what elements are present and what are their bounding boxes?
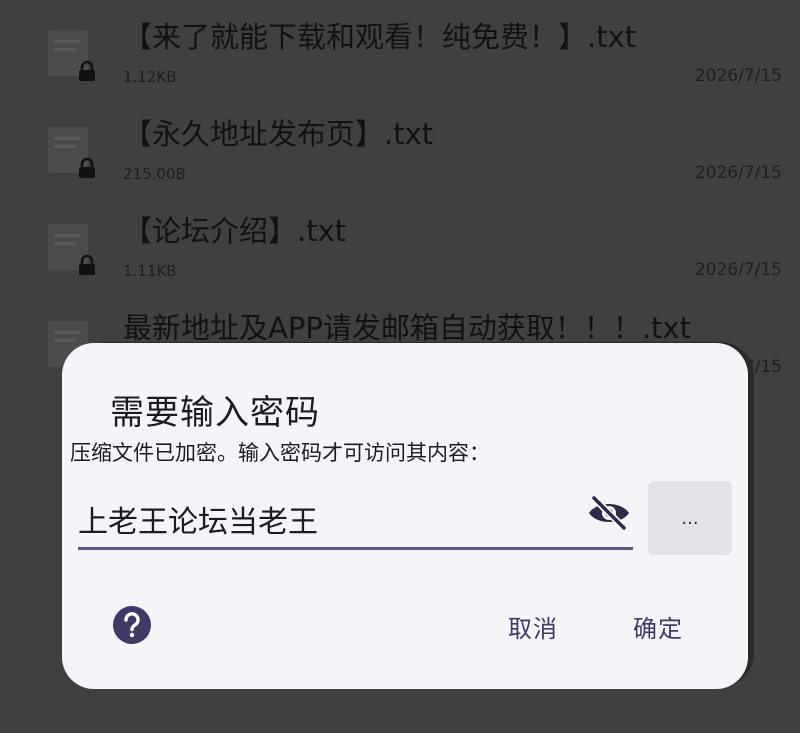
eye-off-icon[interactable] (585, 493, 633, 533)
file-name: 【永久地址发布页】.txt (123, 117, 434, 151)
password-field[interactable]: 上老王论坛当老王 (78, 481, 633, 550)
file-date: 2026/7/15 (694, 260, 782, 280)
lock-icon (79, 254, 95, 275)
document-icon (48, 30, 95, 82)
dialog-message: 压缩文件已加密。输入密码才可访问其内容： (70, 441, 490, 465)
file-row[interactable]: 【论坛介绍】.txt 1.11KB 2026/7/15 (0, 194, 800, 291)
more-button[interactable]: ... (648, 481, 732, 555)
password-value[interactable]: 上老王论坛当老王 (78, 497, 318, 541)
dialog-title: 需要输入密码 (110, 393, 320, 433)
ok-button[interactable]: 确定 (633, 609, 683, 644)
file-name: 【论坛介绍】.txt (123, 214, 347, 248)
file-row[interactable]: 【永久地址发布页】.txt 215.00B 2026/7/15 (0, 97, 800, 194)
file-size: 1.12KB (123, 68, 177, 86)
document-icon (48, 127, 95, 179)
file-date: 2026/7/15 (694, 163, 782, 183)
help-icon[interactable] (112, 605, 152, 645)
file-size: 1.11KB (123, 262, 177, 280)
lock-icon (79, 60, 95, 81)
cancel-button[interactable]: 取消 (508, 609, 558, 644)
document-icon (48, 224, 95, 276)
file-date: 2026/7/15 (694, 66, 782, 86)
file-name: 最新地址及APP请发邮箱自动获取！！！.txt (123, 311, 691, 345)
file-name: 【来了就能下载和观看！纯免费！】.txt (123, 20, 637, 54)
file-row[interactable]: 【来了就能下载和观看！纯免费！】.txt 1.12KB 2026/7/15 (0, 0, 800, 97)
password-dialog: 需要输入密码 压缩文件已加密。输入密码才可访问其内容： 上老王论坛当老王 ...… (62, 343, 748, 689)
screen: 【来了就能下载和观看！纯免费！】.txt 1.12KB 2026/7/15 【永… (0, 0, 800, 733)
lock-icon (79, 157, 95, 178)
file-size: 215.00B (123, 165, 186, 183)
